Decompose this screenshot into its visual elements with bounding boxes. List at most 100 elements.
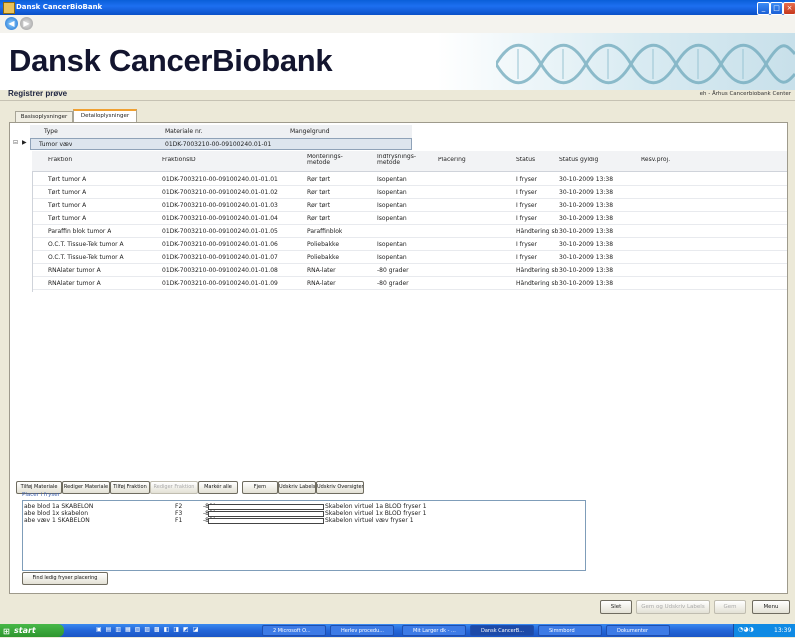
taskbar-task[interactable]: Dansk CancerB... xyxy=(470,625,534,636)
taskbar-task[interactable]: Dokumenter xyxy=(606,625,670,636)
table-cell: 30-10-2009 13:38 xyxy=(559,267,614,274)
start-label: start xyxy=(14,626,36,635)
table-cell: I fryser xyxy=(516,254,538,261)
action-button[interactable]: Fjern xyxy=(242,481,278,494)
table-cell: I fryser xyxy=(516,176,538,183)
taskbar-task[interactable]: Simmbord xyxy=(538,625,602,636)
parent-material-nr: 01DK-7003210-00-09100240.01-01 xyxy=(165,141,272,148)
table-cell: Håndtering sb xyxy=(516,228,559,235)
table-cell: 01DK-7003210-00-09100240.01-01.01 xyxy=(162,176,278,183)
col-header-reason: Mangelgrund xyxy=(290,128,330,135)
start-button[interactable]: ⊞ start xyxy=(0,624,64,637)
center-name: eh - Århus Cancerbiobank Center xyxy=(699,91,791,97)
table-cell: Tørt tumor A xyxy=(48,176,87,183)
menu-button[interactable]: Menu xyxy=(752,600,790,614)
back-arrow-icon[interactable]: ◀ xyxy=(5,17,18,30)
action-button[interactable]: Rediger Fraktion xyxy=(150,481,198,494)
taskbar-task[interactable]: Herlev procedu... xyxy=(330,625,394,636)
action-button[interactable]: Udskriv Oversigten xyxy=(316,481,364,494)
table-cell: Rør tørt xyxy=(307,176,331,183)
parent-type: Tumor væv xyxy=(39,141,73,148)
fraction-col-header: Status xyxy=(516,157,536,163)
windows-flag-icon: ⊞ xyxy=(3,627,10,636)
action-button[interactable]: Rediger Materiale xyxy=(62,481,110,494)
freezer-list: abe blod 1a SKABELONF2-80°Skabelon virtu… xyxy=(22,500,586,571)
table-cell: 30-10-2009 13:38 xyxy=(559,176,614,183)
table-cell: Isopentan xyxy=(377,241,407,248)
table-cell: I fryser xyxy=(516,215,538,222)
quick-launch-icons[interactable]: ▣▤▥▦▧▨▩◧◨◩◪ xyxy=(96,626,256,635)
fraction-col-header: Placering xyxy=(438,157,466,163)
table-cell: Poliebakke xyxy=(307,241,340,248)
freezer-code: F3 xyxy=(175,510,183,517)
action-button[interactable]: Tilføj Fraktion xyxy=(110,481,150,494)
table-row[interactable]: Tørt tumor A 01DK-7003210-00-09100240.01-… xyxy=(32,211,787,225)
table-row[interactable]: RNAlater tumor A 01DK-7003210-00-09100240… xyxy=(32,263,787,277)
freezer-name: abe væv 1 SKABELON xyxy=(24,517,90,524)
table-row[interactable]: Tørt tumor A 01DK-7003210-00-09100240.01-… xyxy=(32,185,787,199)
action-buttons: Tilføj Materiale Rediger Materiale Tilføj … xyxy=(16,481,516,494)
action-button[interactable]: Markér alle xyxy=(198,481,238,494)
window-title: Dansk CancerBioBank xyxy=(16,3,103,11)
fraction-header: Fraktion FraktionsID Monterings- metode Ind… xyxy=(32,151,787,172)
table-cell: 30-10-2009 13:38 xyxy=(559,189,614,196)
maximize-button[interactable]: □ xyxy=(770,2,783,15)
table-cell: 01DK-7003210-00-09100240.01-01.04 xyxy=(162,215,278,222)
table-cell: 30-10-2009 13:38 xyxy=(559,215,614,222)
freezer-name: abe blod 1x skabelon xyxy=(24,510,89,517)
table-cell: -80 grader xyxy=(377,267,409,274)
freezer-code: F2 xyxy=(175,503,183,510)
table-row[interactable]: Paraffin blok tumor A 01DK-7003210-00-091… xyxy=(32,224,787,238)
table-row[interactable]: Tørt tumor A 01DK-7003210-00-09100240.01-… xyxy=(32,172,787,186)
forward-arrow-icon[interactable]: ▶ xyxy=(20,17,33,30)
table-cell: 30-10-2009 13:38 xyxy=(559,280,614,287)
col-header-type: Type xyxy=(44,128,58,135)
taskbar-task[interactable]: 2 Microsoft O... xyxy=(262,625,326,636)
table-row[interactable]: RNAlater tumor A 01DK-7003210-00-09100240… xyxy=(32,276,787,290)
freezer-capacity-bar xyxy=(208,504,324,510)
table-cell: 30-10-2009 13:38 xyxy=(559,241,614,248)
fraction-col-header: Indfrysnings- metode xyxy=(377,154,417,166)
table-cell: 30-10-2009 13:38 xyxy=(559,202,614,209)
table-cell: RNA-later xyxy=(307,280,336,287)
find-freezer-button[interactable]: Find ledig fryser placering xyxy=(22,572,108,585)
tray-icons: ◔◕◑ xyxy=(738,626,754,633)
save-print-labels-button[interactable]: Gem og Udskriv Labels xyxy=(636,600,710,614)
fraction-col-header: Resv.proj. xyxy=(641,157,671,163)
table-cell: Paraffinblok xyxy=(307,228,343,235)
table-cell: Isopentan xyxy=(377,176,407,183)
minimize-button[interactable]: _ xyxy=(757,2,770,15)
parent-row[interactable]: Tumor væv 01DK-7003210-00-09100240.01-01 xyxy=(30,138,412,150)
table-cell: 01DK-7003210-00-09100240.01-01.06 xyxy=(162,241,278,248)
table-cell: I fryser xyxy=(516,189,538,196)
table-row[interactable]: Tørt tumor A 01DK-7003210-00-09100240.01-… xyxy=(32,198,787,212)
clock: 13:39 xyxy=(774,627,792,634)
table-cell: Håndtering sb xyxy=(516,280,559,287)
save-button[interactable]: Gem xyxy=(714,600,746,614)
table-cell: Tørt tumor A xyxy=(48,215,87,222)
delete-button[interactable]: Slet xyxy=(600,600,632,614)
table-cell: 01DK-7003210-00-09100240.01-01.03 xyxy=(162,202,278,209)
table-cell: Isopentan xyxy=(377,254,407,261)
fraction-col-header: FraktionsID xyxy=(162,157,196,163)
table-cell: Håndtering sb xyxy=(516,267,559,274)
freezer-desc: Skabelon virtuel væv fryser 1 xyxy=(325,517,414,524)
browser-nav: ◀ ▶ xyxy=(0,15,795,33)
table-row[interactable]: O.C.T. Tissue-Tek tumor A 01DK-7003210-00… xyxy=(32,250,787,264)
table-cell: -80 grader xyxy=(377,280,409,287)
close-button[interactable]: × xyxy=(783,2,795,15)
freezer-legend: Placer i fryser xyxy=(22,492,60,498)
table-cell: 30-10-2009 13:38 xyxy=(559,254,614,261)
collapse-icon[interactable]: ⊟ xyxy=(13,139,18,146)
table-cell: 01DK-7003210-00-09100240.01-01.08 xyxy=(162,267,278,274)
table-cell: I fryser xyxy=(516,202,538,209)
table-cell: Paraffin blok tumor A xyxy=(48,228,112,235)
table-cell: 01DK-7003210-00-09100240.01-01.07 xyxy=(162,254,278,261)
freezer-desc: Skabelon virtuel 1x BLOD fryser 1 xyxy=(325,510,427,517)
action-button[interactable]: Udskriv Labels xyxy=(278,481,316,494)
table-cell: Rør tørt xyxy=(307,189,331,196)
table-row[interactable]: O.C.T. Tissue-Tek tumor A 01DK-7003210-00… xyxy=(32,237,787,251)
app-title: Dansk CancerBiobank xyxy=(9,43,333,78)
freezer-desc: Skabelon virtuel 1a BLOD fryser 1 xyxy=(325,503,427,510)
taskbar-task[interactable]: Mit Larger dk - ... xyxy=(402,625,466,636)
